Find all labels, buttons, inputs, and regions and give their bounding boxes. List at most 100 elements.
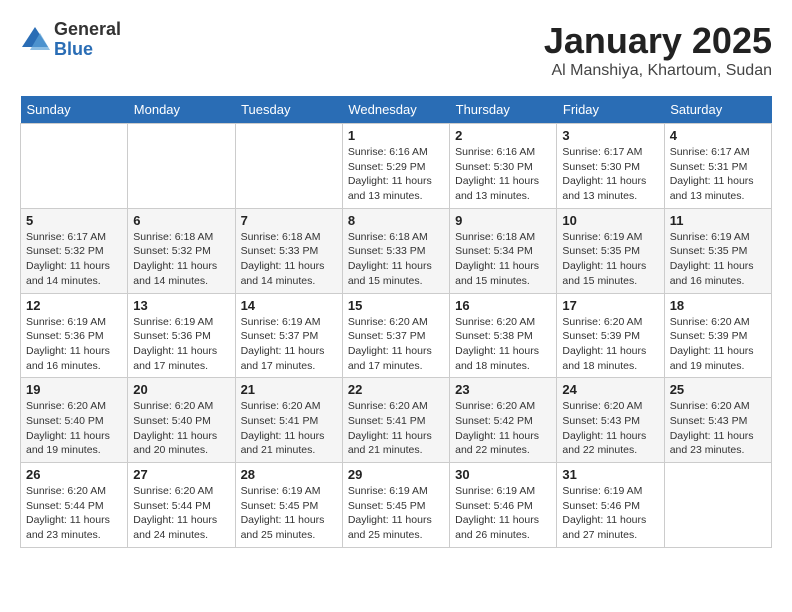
weekday-header-monday: Monday [128, 96, 235, 124]
calendar-cell: 9 Sunrise: 6:18 AMSunset: 5:34 PMDayligh… [450, 208, 557, 293]
calendar-cell: 29 Sunrise: 6:19 AMSunset: 5:45 PMDaylig… [342, 463, 449, 548]
day-number: 10 [562, 213, 658, 228]
day-number: 2 [455, 128, 551, 143]
logo-text: General Blue [54, 20, 121, 60]
day-number: 13 [133, 298, 229, 313]
calendar-cell: 23 Sunrise: 6:20 AMSunset: 5:42 PMDaylig… [450, 378, 557, 463]
weekday-header-row: SundayMondayTuesdayWednesdayThursdayFrid… [21, 96, 772, 124]
calendar-cell [235, 124, 342, 209]
day-detail: Sunrise: 6:20 AMSunset: 5:41 PMDaylight:… [241, 400, 325, 456]
day-number: 29 [348, 467, 444, 482]
day-detail: Sunrise: 6:18 AMSunset: 5:33 PMDaylight:… [241, 231, 325, 287]
day-detail: Sunrise: 6:16 AMSunset: 5:29 PMDaylight:… [348, 146, 432, 202]
weekday-header-saturday: Saturday [664, 96, 771, 124]
calendar-cell: 30 Sunrise: 6:19 AMSunset: 5:46 PMDaylig… [450, 463, 557, 548]
calendar-cell: 7 Sunrise: 6:18 AMSunset: 5:33 PMDayligh… [235, 208, 342, 293]
weekday-header-tuesday: Tuesday [235, 96, 342, 124]
day-detail: Sunrise: 6:19 AMSunset: 5:36 PMDaylight:… [26, 316, 110, 372]
day-detail: Sunrise: 6:20 AMSunset: 5:44 PMDaylight:… [26, 485, 110, 541]
calendar-cell: 16 Sunrise: 6:20 AMSunset: 5:38 PMDaylig… [450, 293, 557, 378]
logo: General Blue [20, 20, 121, 60]
calendar-cell: 22 Sunrise: 6:20 AMSunset: 5:41 PMDaylig… [342, 378, 449, 463]
day-detail: Sunrise: 6:17 AMSunset: 5:32 PMDaylight:… [26, 231, 110, 287]
logo-icon [20, 25, 50, 55]
calendar-cell: 2 Sunrise: 6:16 AMSunset: 5:30 PMDayligh… [450, 124, 557, 209]
calendar-cell: 15 Sunrise: 6:20 AMSunset: 5:37 PMDaylig… [342, 293, 449, 378]
week-row-2: 5 Sunrise: 6:17 AMSunset: 5:32 PMDayligh… [21, 208, 772, 293]
day-number: 7 [241, 213, 337, 228]
weekday-header-sunday: Sunday [21, 96, 128, 124]
day-number: 8 [348, 213, 444, 228]
day-number: 18 [670, 298, 766, 313]
day-detail: Sunrise: 6:19 AMSunset: 5:37 PMDaylight:… [241, 316, 325, 372]
day-number: 30 [455, 467, 551, 482]
day-detail: Sunrise: 6:18 AMSunset: 5:32 PMDaylight:… [133, 231, 217, 287]
day-number: 28 [241, 467, 337, 482]
day-number: 16 [455, 298, 551, 313]
day-detail: Sunrise: 6:19 AMSunset: 5:35 PMDaylight:… [670, 231, 754, 287]
calendar-cell: 8 Sunrise: 6:18 AMSunset: 5:33 PMDayligh… [342, 208, 449, 293]
logo-general: General [54, 20, 121, 40]
day-detail: Sunrise: 6:18 AMSunset: 5:34 PMDaylight:… [455, 231, 539, 287]
day-number: 9 [455, 213, 551, 228]
day-detail: Sunrise: 6:20 AMSunset: 5:40 PMDaylight:… [133, 400, 217, 456]
location: Al Manshiya, Khartoum, Sudan [544, 62, 772, 80]
day-detail: Sunrise: 6:20 AMSunset: 5:39 PMDaylight:… [670, 316, 754, 372]
day-number: 14 [241, 298, 337, 313]
day-number: 20 [133, 382, 229, 397]
calendar-cell: 26 Sunrise: 6:20 AMSunset: 5:44 PMDaylig… [21, 463, 128, 548]
day-detail: Sunrise: 6:20 AMSunset: 5:43 PMDaylight:… [670, 400, 754, 456]
weekday-header-friday: Friday [557, 96, 664, 124]
day-number: 21 [241, 382, 337, 397]
calendar-cell: 3 Sunrise: 6:17 AMSunset: 5:30 PMDayligh… [557, 124, 664, 209]
day-number: 17 [562, 298, 658, 313]
day-detail: Sunrise: 6:17 AMSunset: 5:31 PMDaylight:… [670, 146, 754, 202]
week-row-4: 19 Sunrise: 6:20 AMSunset: 5:40 PMDaylig… [21, 378, 772, 463]
day-detail: Sunrise: 6:17 AMSunset: 5:30 PMDaylight:… [562, 146, 646, 202]
page-header: General Blue January 2025 Al Manshiya, K… [20, 20, 772, 80]
day-detail: Sunrise: 6:20 AMSunset: 5:37 PMDaylight:… [348, 316, 432, 372]
calendar-cell: 14 Sunrise: 6:19 AMSunset: 5:37 PMDaylig… [235, 293, 342, 378]
week-row-3: 12 Sunrise: 6:19 AMSunset: 5:36 PMDaylig… [21, 293, 772, 378]
title-area: January 2025 Al Manshiya, Khartoum, Suda… [544, 20, 772, 80]
day-number: 5 [26, 213, 122, 228]
calendar-cell: 11 Sunrise: 6:19 AMSunset: 5:35 PMDaylig… [664, 208, 771, 293]
day-detail: Sunrise: 6:19 AMSunset: 5:45 PMDaylight:… [348, 485, 432, 541]
day-number: 19 [26, 382, 122, 397]
calendar-cell [664, 463, 771, 548]
day-detail: Sunrise: 6:20 AMSunset: 5:44 PMDaylight:… [133, 485, 217, 541]
day-detail: Sunrise: 6:20 AMSunset: 5:39 PMDaylight:… [562, 316, 646, 372]
day-detail: Sunrise: 6:20 AMSunset: 5:38 PMDaylight:… [455, 316, 539, 372]
calendar-cell: 20 Sunrise: 6:20 AMSunset: 5:40 PMDaylig… [128, 378, 235, 463]
day-number: 12 [26, 298, 122, 313]
calendar-cell [128, 124, 235, 209]
weekday-header-wednesday: Wednesday [342, 96, 449, 124]
calendar-cell: 21 Sunrise: 6:20 AMSunset: 5:41 PMDaylig… [235, 378, 342, 463]
weekday-header-thursday: Thursday [450, 96, 557, 124]
day-detail: Sunrise: 6:20 AMSunset: 5:42 PMDaylight:… [455, 400, 539, 456]
day-number: 25 [670, 382, 766, 397]
day-number: 4 [670, 128, 766, 143]
day-detail: Sunrise: 6:18 AMSunset: 5:33 PMDaylight:… [348, 231, 432, 287]
month-title: January 2025 [544, 20, 772, 62]
day-detail: Sunrise: 6:19 AMSunset: 5:36 PMDaylight:… [133, 316, 217, 372]
day-number: 15 [348, 298, 444, 313]
calendar-cell: 28 Sunrise: 6:19 AMSunset: 5:45 PMDaylig… [235, 463, 342, 548]
day-number: 3 [562, 128, 658, 143]
day-detail: Sunrise: 6:19 AMSunset: 5:45 PMDaylight:… [241, 485, 325, 541]
day-number: 11 [670, 213, 766, 228]
calendar-cell: 27 Sunrise: 6:20 AMSunset: 5:44 PMDaylig… [128, 463, 235, 548]
calendar-cell: 1 Sunrise: 6:16 AMSunset: 5:29 PMDayligh… [342, 124, 449, 209]
calendar-cell: 19 Sunrise: 6:20 AMSunset: 5:40 PMDaylig… [21, 378, 128, 463]
day-number: 31 [562, 467, 658, 482]
week-row-1: 1 Sunrise: 6:16 AMSunset: 5:29 PMDayligh… [21, 124, 772, 209]
calendar-cell: 13 Sunrise: 6:19 AMSunset: 5:36 PMDaylig… [128, 293, 235, 378]
calendar-cell: 18 Sunrise: 6:20 AMSunset: 5:39 PMDaylig… [664, 293, 771, 378]
calendar-cell: 10 Sunrise: 6:19 AMSunset: 5:35 PMDaylig… [557, 208, 664, 293]
day-detail: Sunrise: 6:20 AMSunset: 5:40 PMDaylight:… [26, 400, 110, 456]
day-detail: Sunrise: 6:19 AMSunset: 5:35 PMDaylight:… [562, 231, 646, 287]
day-detail: Sunrise: 6:20 AMSunset: 5:43 PMDaylight:… [562, 400, 646, 456]
day-detail: Sunrise: 6:16 AMSunset: 5:30 PMDaylight:… [455, 146, 539, 202]
calendar-cell: 4 Sunrise: 6:17 AMSunset: 5:31 PMDayligh… [664, 124, 771, 209]
day-number: 22 [348, 382, 444, 397]
